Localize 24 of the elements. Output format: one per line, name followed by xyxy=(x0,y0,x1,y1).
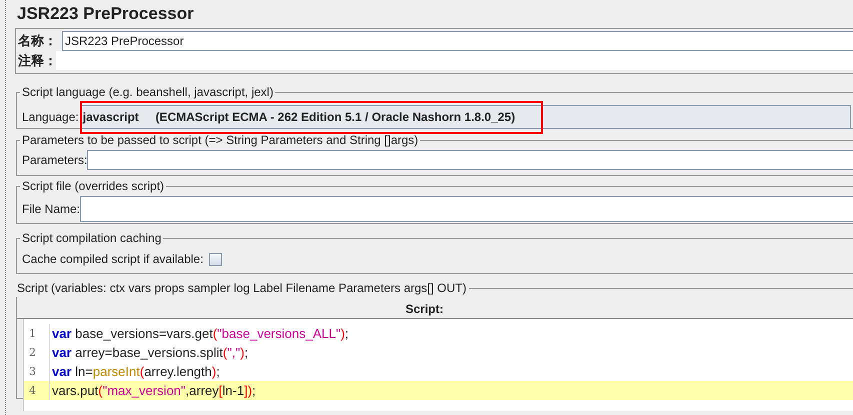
name-field[interactable]: JSR223 PreProcessor xyxy=(62,30,853,50)
line-number: 4 xyxy=(24,381,50,400)
group-legend: Script language (e.g. beanshell, javascript, jexl) xyxy=(20,83,276,101)
cache-label: Cache compiled script if available: xyxy=(22,251,204,268)
checkbox[interactable] xyxy=(209,252,222,266)
name-label: 名称： xyxy=(18,32,58,50)
panel-title: JSR223 PreProcessor xyxy=(16,3,195,25)
parameters-field[interactable] xyxy=(87,150,853,170)
language-dropdown[interactable]: javascript (ECMAScript ECMA - 262 Edition 5.1 / Oracle Nashorn 1.8.0_25) xyxy=(80,105,851,129)
code-line: var base_versions=vars.get("base_versions_ALL"); xyxy=(51,324,349,343)
comment-field[interactable] xyxy=(56,51,853,70)
group-legend: Script compilation caching xyxy=(20,229,164,247)
group-legend: Script file (overrides script) xyxy=(20,177,166,195)
script-header: Script: xyxy=(405,301,444,318)
comment-label: 注释： xyxy=(18,52,58,70)
code-line: var arrey=base_versions.split(","); xyxy=(51,344,248,362)
file-name-field[interactable] xyxy=(80,196,853,222)
group-legend: Script (variables: ctx vars props sampler log Label Filename Parameters args[] OUT) xyxy=(15,279,468,297)
parameters-label: Parameters: xyxy=(22,152,88,169)
language-label: Language: xyxy=(22,109,79,126)
code-line: var ln=parseInt(arrey.length); xyxy=(51,362,220,381)
code-line: vars.put("max_version",arrey[ln-1]); xyxy=(51,382,256,400)
file-name-label: File Name: xyxy=(22,201,80,218)
group-legend: Parameters to be passed to script (=> String Parameters and String []args) xyxy=(20,131,420,149)
